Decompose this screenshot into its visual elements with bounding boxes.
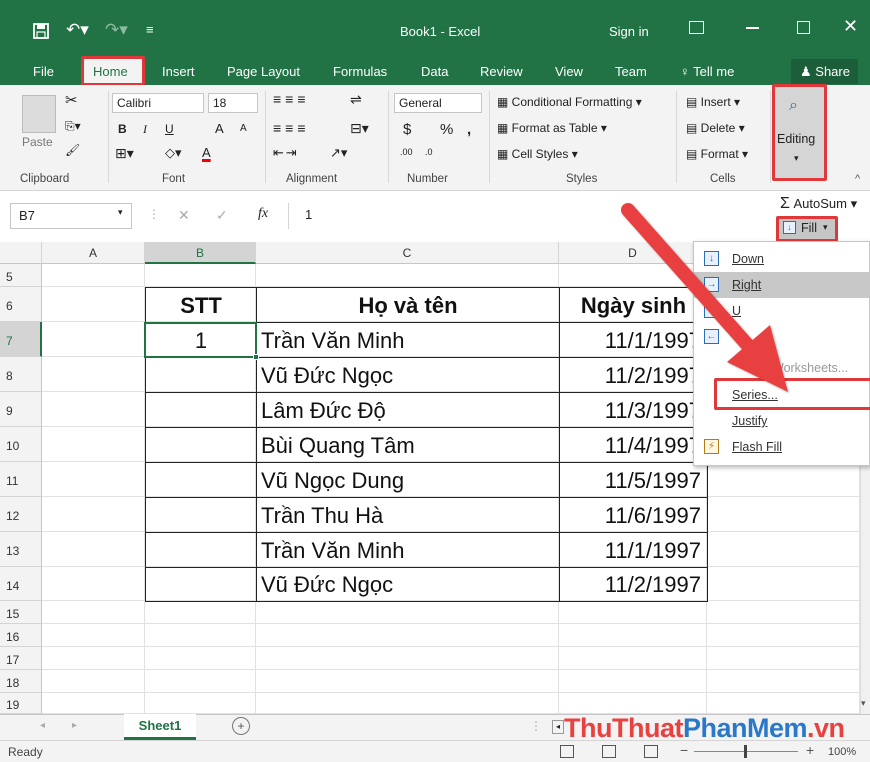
normal-view-icon[interactable] [560,745,574,758]
page-break-view-icon[interactable] [644,745,658,758]
watermark: ThuThuatPhanMem.vn [564,713,845,743]
prev-sheet-icon[interactable]: ◂ [40,720,45,731]
scroll-left-icon[interactable]: ◂ [552,720,564,734]
next-sheet-icon[interactable]: ▸ [72,720,77,731]
zoom-in-icon[interactable]: + [806,742,814,758]
page-layout-view-icon[interactable] [602,745,616,758]
red-arrow-annotation [621,203,788,392]
status-ready: Ready [8,745,43,759]
add-sheet-icon[interactable]: + [232,717,250,735]
zoom-thumb[interactable] [744,745,747,758]
tab-split-handle[interactable]: ⋮ [530,719,542,733]
zoom-out-icon[interactable]: − [680,742,688,758]
zoom-level[interactable]: 100% [828,746,856,758]
arrow-shaft [621,203,759,357]
sheet-tab-sheet1[interactable]: Sheet1 [124,714,196,740]
